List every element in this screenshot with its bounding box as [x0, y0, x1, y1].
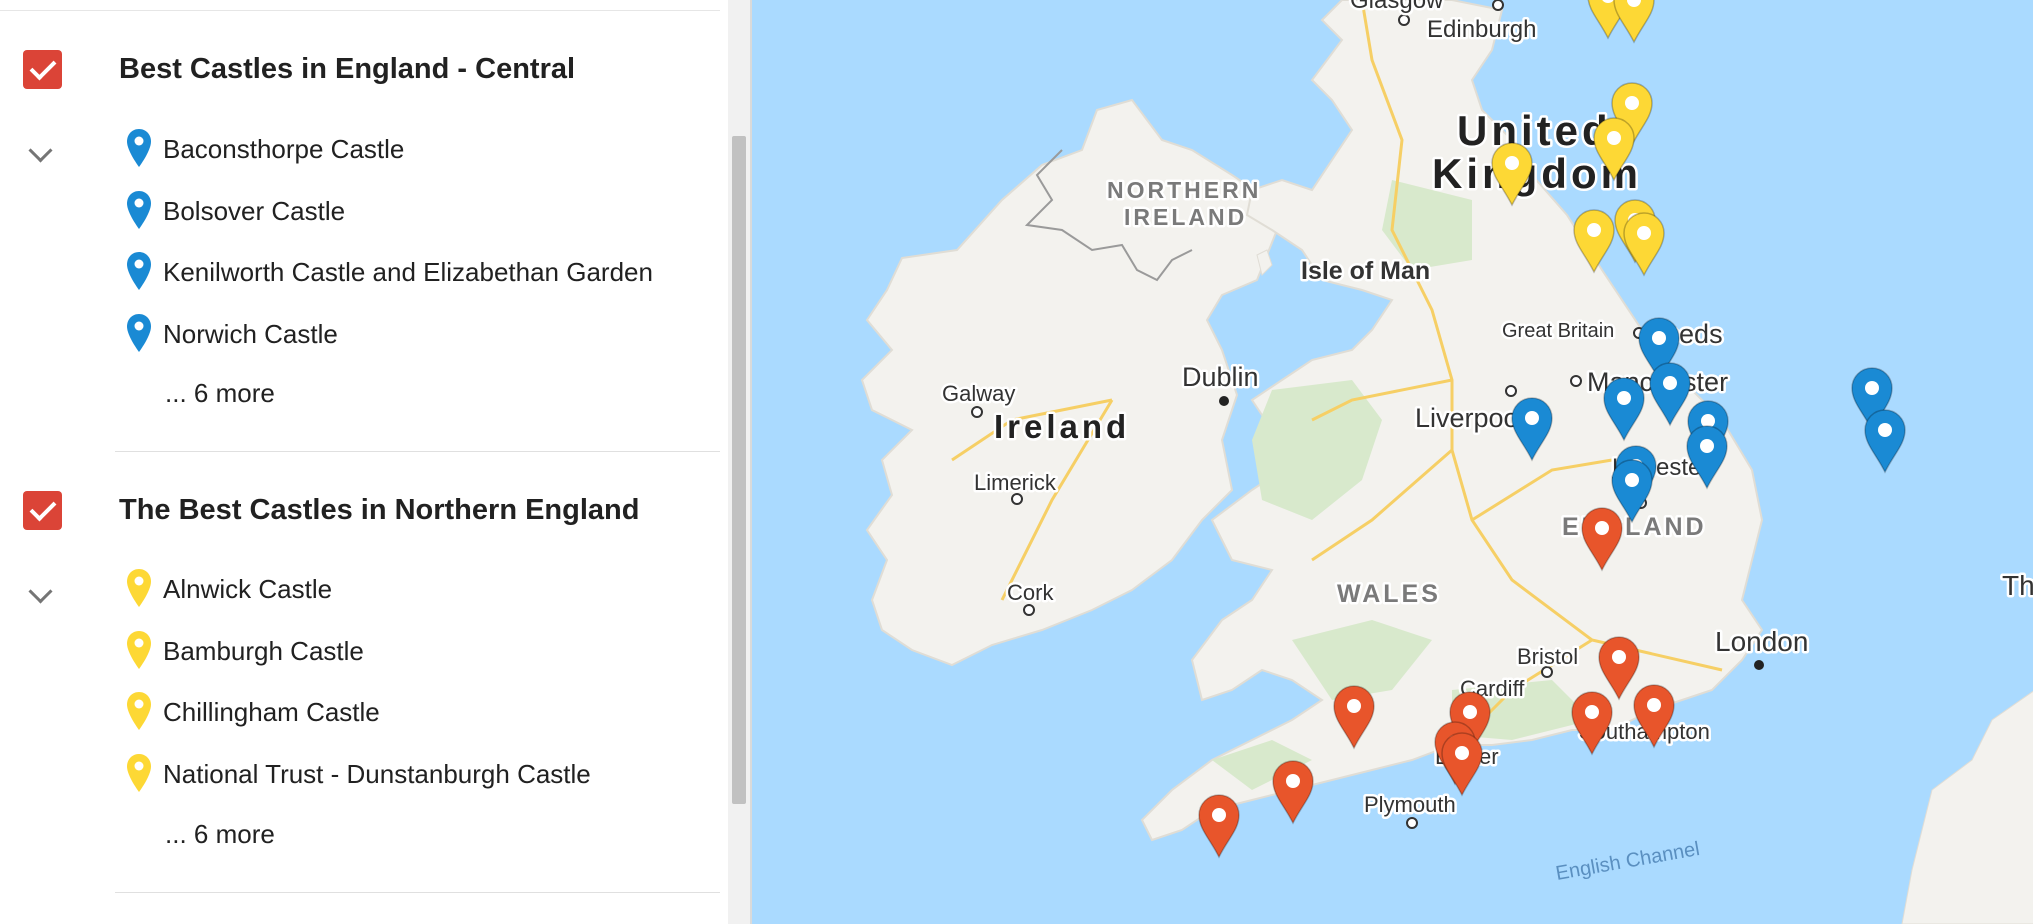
- map-marker-dot: [1617, 391, 1631, 405]
- map-marker-dot: [1652, 331, 1666, 345]
- label-limerick: Limerick: [974, 470, 1057, 495]
- map-marker-dot: [1612, 650, 1626, 664]
- layer-title-northern: The Best Castles in Northern England: [119, 494, 640, 526]
- label-cork: Cork: [1007, 580, 1054, 605]
- place-label: Alnwick Castle: [163, 574, 333, 604]
- map-marker-dot: [1585, 705, 1599, 719]
- list-item[interactable]: Chillingham Castle: [119, 691, 719, 731]
- list-item[interactable]: Alnwick Castle: [119, 568, 719, 608]
- label-ireland: Ireland: [994, 408, 1130, 445]
- label-united: United: [1457, 107, 1612, 154]
- list-item[interactable]: Bolsover Castle: [119, 190, 719, 230]
- layer-title-central: Best Castles in England - Central: [119, 53, 576, 85]
- more-link[interactable]: ... 6 more: [165, 378, 275, 409]
- label-isle-of-man: Isle of Man: [1301, 257, 1430, 285]
- place-label: Baconsthorpe Castle: [163, 134, 405, 164]
- map-marker-dot: [1637, 226, 1651, 240]
- map-marker-dot: [1647, 698, 1661, 712]
- map-marker-dot: [1595, 521, 1609, 535]
- label-liverpool: Liverpool: [1415, 403, 1525, 433]
- chevron-down-icon[interactable]: [28, 579, 53, 604]
- divider: [115, 892, 720, 893]
- map-marker-dot: [1663, 376, 1677, 390]
- map-svg: Glasgow Edinburgh United Kingdom NORTHER…: [860, 0, 2033, 924]
- label-dublin: Dublin: [1182, 362, 1259, 392]
- list-item[interactable]: Baconsthorpe Castle: [119, 128, 719, 168]
- divider: [115, 451, 720, 452]
- map-marker-dot: [1463, 705, 1477, 719]
- pin-icon: [127, 129, 151, 167]
- label-glasgow: Glasgow: [1350, 0, 1444, 14]
- list-item[interactable]: Bamburgh Castle: [119, 630, 719, 670]
- label-bristol: Bristol: [1517, 644, 1578, 669]
- pin-icon: [127, 569, 151, 607]
- place-label: Bolsover Castle: [163, 196, 346, 226]
- map-marker-dot: [1607, 131, 1621, 145]
- map-marker-dot: [1700, 439, 1714, 453]
- map-marker-pin[interactable]: [1272, 760, 1314, 825]
- list-item[interactable]: Norwich Castle: [119, 313, 719, 353]
- pin-icon: [127, 631, 151, 669]
- layer-checkbox-central[interactable]: [23, 50, 62, 89]
- label-galway: Galway: [942, 381, 1015, 406]
- map-marker-pin[interactable]: [1571, 691, 1613, 756]
- map-marker-dot: [1286, 774, 1300, 788]
- map-marker-pin[interactable]: [1623, 212, 1665, 277]
- place-label: Norwich Castle: [163, 319, 338, 349]
- place-label: Bamburgh Castle: [163, 636, 364, 666]
- label-english-channel: English Channel: [1554, 838, 1701, 885]
- place-label: National Trust - Dunstanburgh Castle: [163, 759, 591, 789]
- more-link[interactable]: ... 6 more: [165, 819, 275, 850]
- place-label: Kenilworth Castle and Elizabethan Garden: [163, 257, 653, 287]
- map-canvas[interactable]: Glasgow Edinburgh United Kingdom NORTHER…: [750, 0, 2033, 924]
- place-label: Chillingham Castle: [163, 697, 380, 727]
- pin-icon: [127, 252, 151, 290]
- france-landmass: [1901, 690, 2033, 924]
- map-marker-pin[interactable]: [1441, 732, 1483, 797]
- list-item[interactable]: National Trust - Dunstanburgh Castle: [119, 753, 719, 793]
- map-marker-dot: [1865, 381, 1879, 395]
- label-northern: NORTHERN: [1107, 177, 1261, 203]
- map-marker-dot: [1587, 223, 1601, 237]
- layer-checkbox-northern[interactable]: [23, 491, 62, 530]
- divider: [0, 10, 720, 11]
- layers-panel: Best Castles in England - Central Bacons…: [0, 0, 750, 924]
- pin-icon: [127, 314, 151, 352]
- pin-icon: [127, 754, 151, 792]
- map-marker-dot: [1455, 746, 1469, 760]
- label-ireland-region: IRELAND: [1124, 204, 1247, 230]
- label-the: Th: [2002, 570, 2033, 601]
- scrollbar-thumb[interactable]: [732, 136, 746, 804]
- map-marker-dot: [1212, 808, 1226, 822]
- map-marker-dot: [1625, 96, 1639, 110]
- map-marker-pin[interactable]: [1198, 794, 1240, 859]
- label-london: London: [1715, 626, 1808, 657]
- list-item[interactable]: Kenilworth Castle and Elizabethan Garden: [119, 251, 719, 291]
- map-marker-dot: [1878, 423, 1892, 437]
- map-marker-dot: [1625, 473, 1639, 487]
- map-marker-dot: [1525, 411, 1539, 425]
- label-great-britain: Great Britain: [1502, 320, 1614, 342]
- map-marker-pin[interactable]: [1864, 409, 1906, 474]
- map-marker-dot: [1347, 699, 1361, 713]
- pin-icon: [127, 191, 151, 229]
- pin-icon: [127, 692, 151, 730]
- label-plymouth: Plymouth: [1364, 792, 1456, 817]
- map-marker-dot: [1505, 156, 1519, 170]
- label-edinburgh: Edinburgh: [1427, 16, 1536, 43]
- chevron-down-icon[interactable]: [28, 138, 53, 163]
- label-wales: WALES: [1337, 580, 1441, 608]
